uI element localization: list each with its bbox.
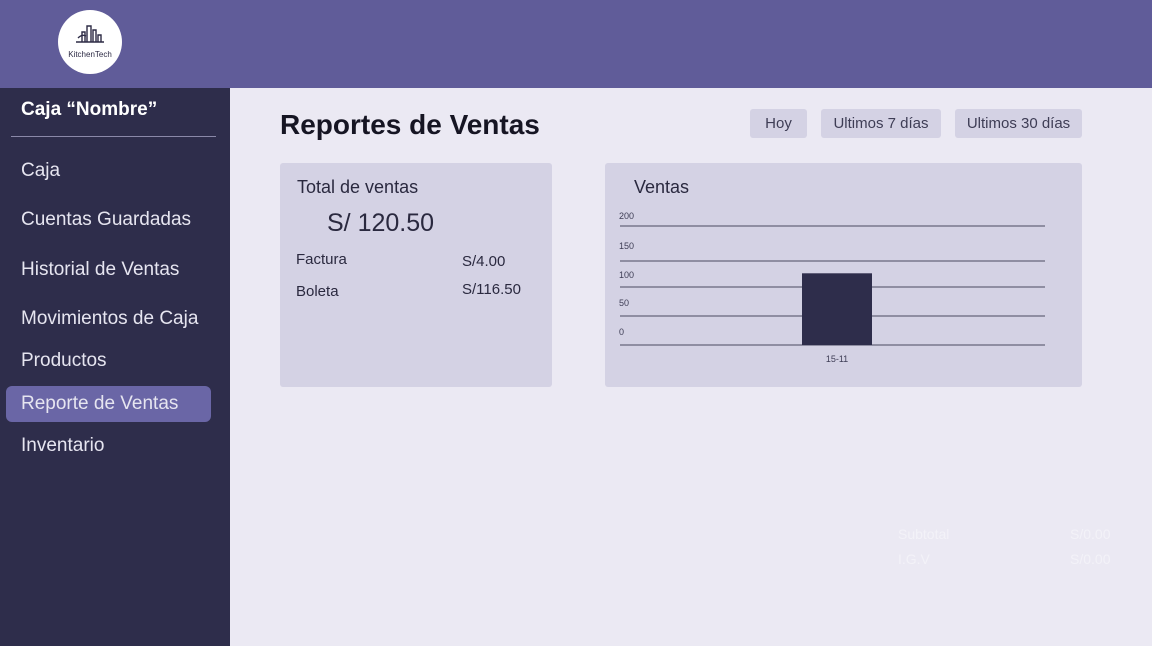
factura-label: Factura <box>296 251 347 268</box>
y-tick-label: 200 <box>619 211 634 221</box>
sidebar-item-productos[interactable]: Productos <box>21 350 107 372</box>
top-bar: KitchenTech <box>0 0 1152 88</box>
sidebar-item-cuentas-guardadas[interactable]: Cuentas Guardadas <box>21 209 191 231</box>
igv-value: S/0.00 <box>1070 551 1111 567</box>
factura-value: S/4.00 <box>462 253 506 270</box>
igv-label: I.G.V <box>898 551 930 567</box>
boleta-value: S/116.50 <box>462 281 521 298</box>
subtotal-value: S/0.00 <box>1070 526 1111 542</box>
x-tick-label: 15-11 <box>826 354 848 364</box>
sidebar-item-historial-ventas[interactable]: Historial de Ventas <box>21 259 179 281</box>
y-tick-label: 50 <box>619 298 629 308</box>
sidebar-item-inventario[interactable]: Inventario <box>21 435 104 457</box>
y-tick-label: 0 <box>619 327 624 337</box>
sales-bar-chart: 200 150 100 50 0 15-11 <box>619 211 1045 364</box>
y-tick-label: 150 <box>619 241 634 251</box>
sidebar-title: Caja “Nombre” <box>21 99 158 120</box>
brand-logo[interactable]: KitchenTech <box>58 10 122 74</box>
sales-total-amount: S/ 120.50 <box>327 209 435 237</box>
range-7-days-button[interactable]: Ultimos 7 días <box>821 109 941 138</box>
sales-chart-card: Ventas 200 150 100 50 0 15-11 <box>605 163 1082 387</box>
range-today-button[interactable]: Hoy <box>750 109 807 138</box>
kitchen-building-icon <box>76 25 104 43</box>
sidebar-item-reporte-ventas[interactable]: Reporte de Ventas <box>21 393 178 415</box>
brand-name: KitchenTech <box>68 50 112 59</box>
sidebar: Caja “Nombre” Caja Cuentas Guardadas His… <box>0 88 230 646</box>
sidebar-item-caja[interactable]: Caja <box>21 160 60 182</box>
bar <box>802 273 872 345</box>
boleta-label: Boleta <box>296 283 339 300</box>
page-title: Reportes de Ventas <box>280 109 540 140</box>
sales-total-label: Total de ventas <box>297 177 419 197</box>
y-tick-label: 100 <box>619 270 634 280</box>
range-30-days-button[interactable]: Ultimos 30 días <box>955 109 1082 138</box>
sidebar-item-movimientos-caja[interactable]: Movimientos de Caja <box>21 308 198 330</box>
sidebar-divider <box>11 136 216 137</box>
sales-total-card: Total de ventas S/ 120.50 Factura S/4.00… <box>280 163 552 387</box>
subtotal-label: Subtotal <box>898 526 950 542</box>
